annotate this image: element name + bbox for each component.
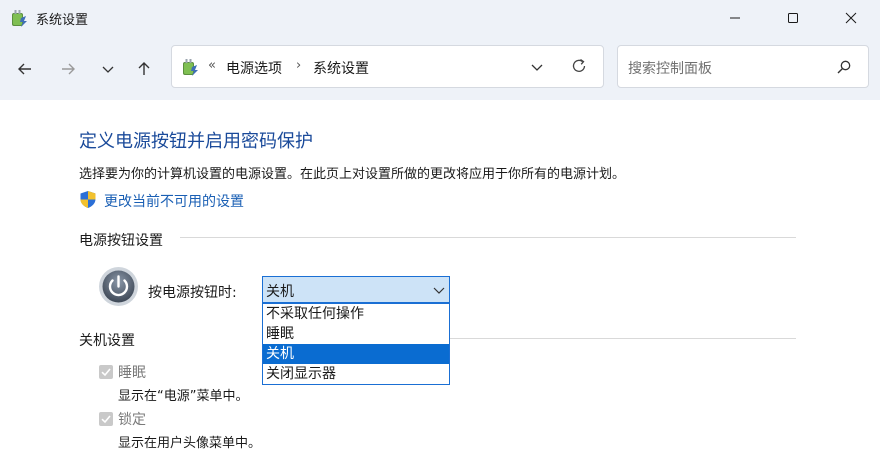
lock-checkbox[interactable] bbox=[99, 412, 113, 426]
lock-checkbox-label: 锁定 bbox=[118, 412, 146, 428]
maximize-icon bbox=[788, 13, 798, 23]
address-dropdown-icon[interactable] bbox=[530, 60, 544, 74]
option-do-nothing[interactable]: 不采取任何操作 bbox=[263, 304, 449, 324]
refresh-icon[interactable] bbox=[570, 57, 588, 75]
breadcrumb-power-options[interactable]: 电源选项 bbox=[226, 58, 282, 78]
sleep-checkbox[interactable] bbox=[99, 365, 113, 379]
maximize-button[interactable] bbox=[770, 0, 816, 36]
forward-arrow-icon bbox=[62, 63, 75, 75]
select-value: 关机 bbox=[266, 284, 294, 300]
power-button-action-select[interactable]: 关机 bbox=[262, 276, 450, 303]
option-shut-down[interactable]: 关机 bbox=[263, 344, 449, 364]
minimize-button[interactable] bbox=[712, 0, 758, 36]
option-turn-off-display[interactable]: 关闭显示器 bbox=[263, 364, 449, 384]
recent-locations-button[interactable] bbox=[95, 56, 121, 82]
close-icon bbox=[845, 12, 857, 24]
breadcrumb-system-settings[interactable]: 系统设置 bbox=[313, 58, 369, 78]
forward-button[interactable] bbox=[55, 56, 81, 82]
sleep-description: 显示在“电源”菜单中。 bbox=[118, 389, 249, 404]
option-sleep[interactable]: 睡眠 bbox=[263, 324, 449, 344]
sleep-checkbox-label: 睡眠 bbox=[118, 365, 146, 381]
main-content: 定义电源按钮并启用密码保护 选择要为你的计算机设置的电源设置。在此页上对设置所做… bbox=[0, 100, 880, 465]
up-arrow-icon bbox=[138, 62, 150, 75]
back-arrow-icon bbox=[18, 63, 31, 75]
search-box[interactable]: 搜索控制面板 bbox=[617, 45, 869, 88]
section-divider bbox=[450, 338, 796, 339]
power-icon bbox=[99, 267, 138, 306]
checkmark-icon bbox=[101, 415, 111, 424]
app-icon bbox=[12, 10, 27, 27]
change-unavailable-settings-link[interactable]: 更改当前不可用的设置 bbox=[104, 191, 244, 211]
page-description: 选择要为你的计算机设置的电源设置。在此页上对设置所做的更改将应用于你所有的电源计… bbox=[79, 167, 626, 182]
page-title: 定义电源按钮并启用密码保护 bbox=[79, 131, 313, 152]
up-button[interactable] bbox=[131, 56, 157, 82]
close-button[interactable] bbox=[828, 0, 874, 36]
power-button-settings-heading: 电源按钮设置 bbox=[79, 233, 163, 249]
breadcrumb-separator[interactable]: › bbox=[296, 58, 301, 73]
minimize-icon bbox=[730, 17, 740, 19]
power-options-icon bbox=[183, 59, 198, 76]
title-bar: 系统设置 bbox=[0, 0, 880, 36]
shield-icon bbox=[80, 191, 96, 208]
back-button[interactable] bbox=[12, 56, 38, 82]
checkmark-icon bbox=[101, 368, 111, 377]
lock-description: 显示在用户头像菜单中。 bbox=[118, 436, 262, 451]
search-icon[interactable] bbox=[836, 59, 852, 75]
window-title: 系统设置 bbox=[36, 13, 89, 28]
address-overflow[interactable]: « bbox=[208, 58, 216, 73]
chevron-down-icon bbox=[433, 287, 445, 294]
search-input[interactable]: 搜索控制面板 bbox=[628, 58, 712, 78]
shutdown-settings-heading: 关机设置 bbox=[79, 333, 135, 349]
section-divider bbox=[180, 237, 796, 238]
recent-dropdown-icon bbox=[102, 66, 114, 73]
power-button-options-list: 不采取任何操作 睡眠 关机 关闭显示器 bbox=[262, 303, 450, 385]
address-bar[interactable]: « 电源选项 › 系统设置 bbox=[171, 45, 604, 88]
power-button-label: 按电源按钮时: bbox=[148, 285, 237, 301]
